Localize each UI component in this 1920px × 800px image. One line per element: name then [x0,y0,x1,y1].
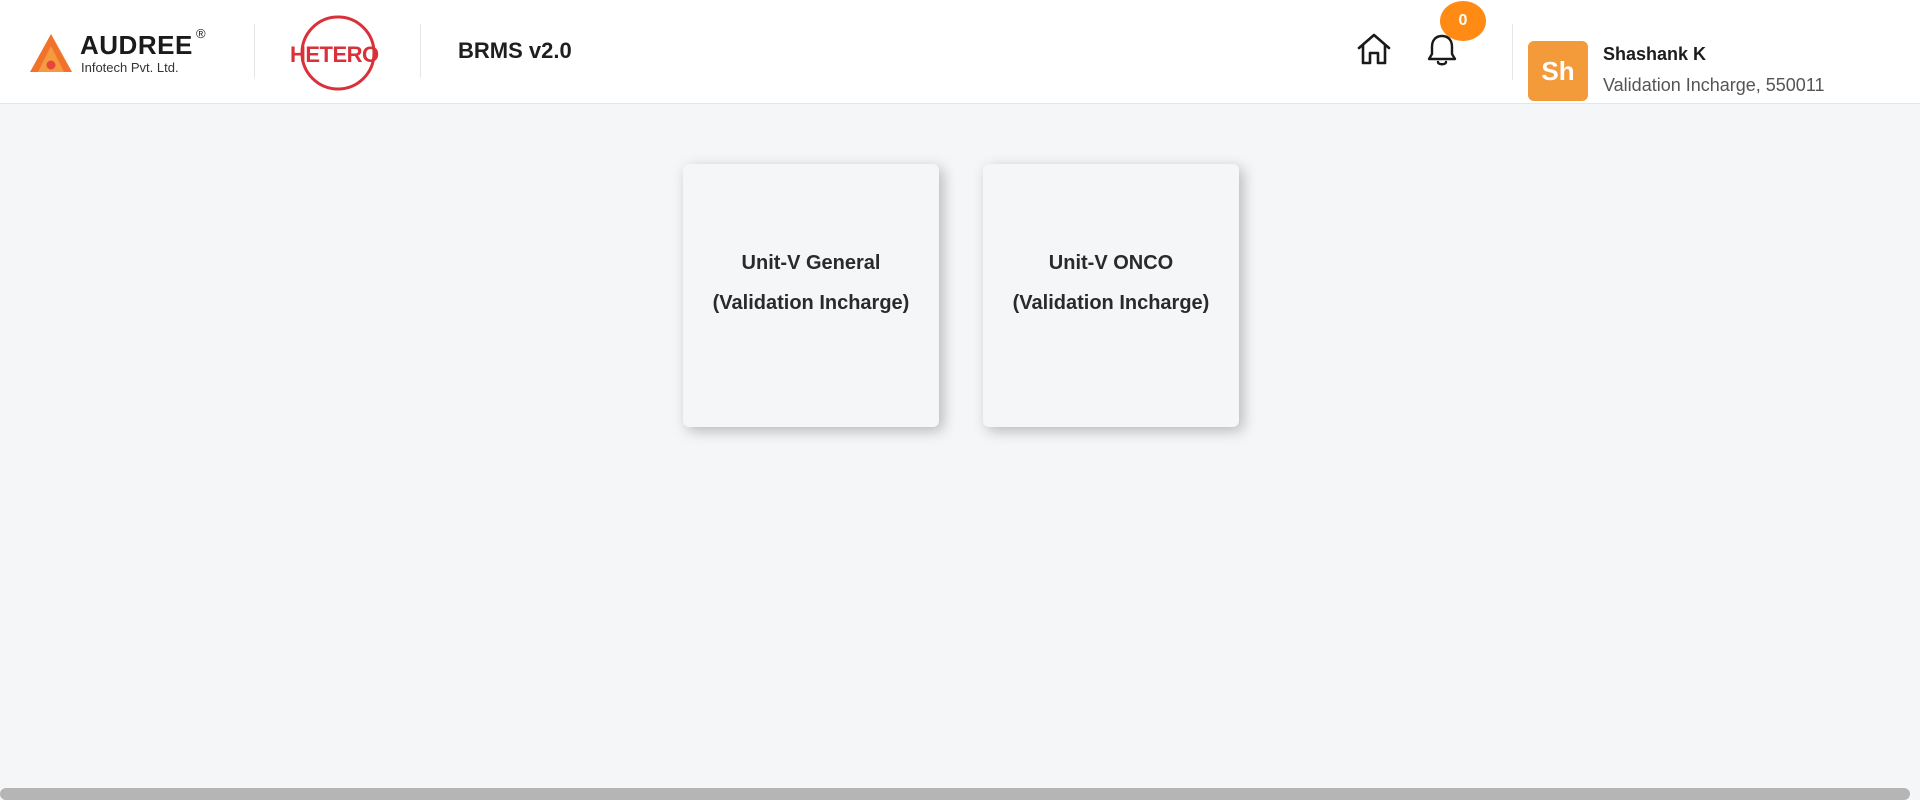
registered-mark: ® [196,26,206,41]
notification-count-badge[interactable]: 0 [1440,1,1486,41]
unit-card-onco[interactable]: Unit-V ONCO (Validation Incharge) [983,164,1239,427]
card-subtitle: (Validation Incharge) [712,291,910,314]
partner-name: HETERO [290,42,379,67]
avatar[interactable]: Sh [1528,41,1588,101]
company-subtitle: Infotech Pvt. Ltd. [81,60,179,75]
card-subtitle: (Validation Incharge) [1012,291,1210,314]
audree-logo[interactable]: AUDREE ® Infotech Pvt. Ltd. [30,26,210,76]
top-header: AUDREE ® Infotech Pvt. Ltd. HETERO BRMS … [0,0,1920,104]
card-title: Unit-V General [741,251,881,274]
user-name[interactable]: Shashank K [1603,44,1706,65]
card-title: Unit-V ONCO [1048,251,1174,274]
unit-card-general[interactable]: Unit-V General (Validation Incharge) [683,164,939,427]
home-button[interactable] [1356,32,1392,66]
header-divider [420,24,421,78]
horizontal-scrollbar[interactable] [0,788,1910,800]
header-divider [1512,24,1513,80]
user-role: Validation Incharge, 550011 [1603,75,1825,95]
hetero-logo: HETERO [288,14,384,92]
header-divider [254,24,255,78]
audree-triangle-icon [30,34,72,72]
home-icon [1357,33,1391,65]
app-title: BRMS v2.0 [458,38,572,63]
company-name: AUDREE [80,30,193,60]
